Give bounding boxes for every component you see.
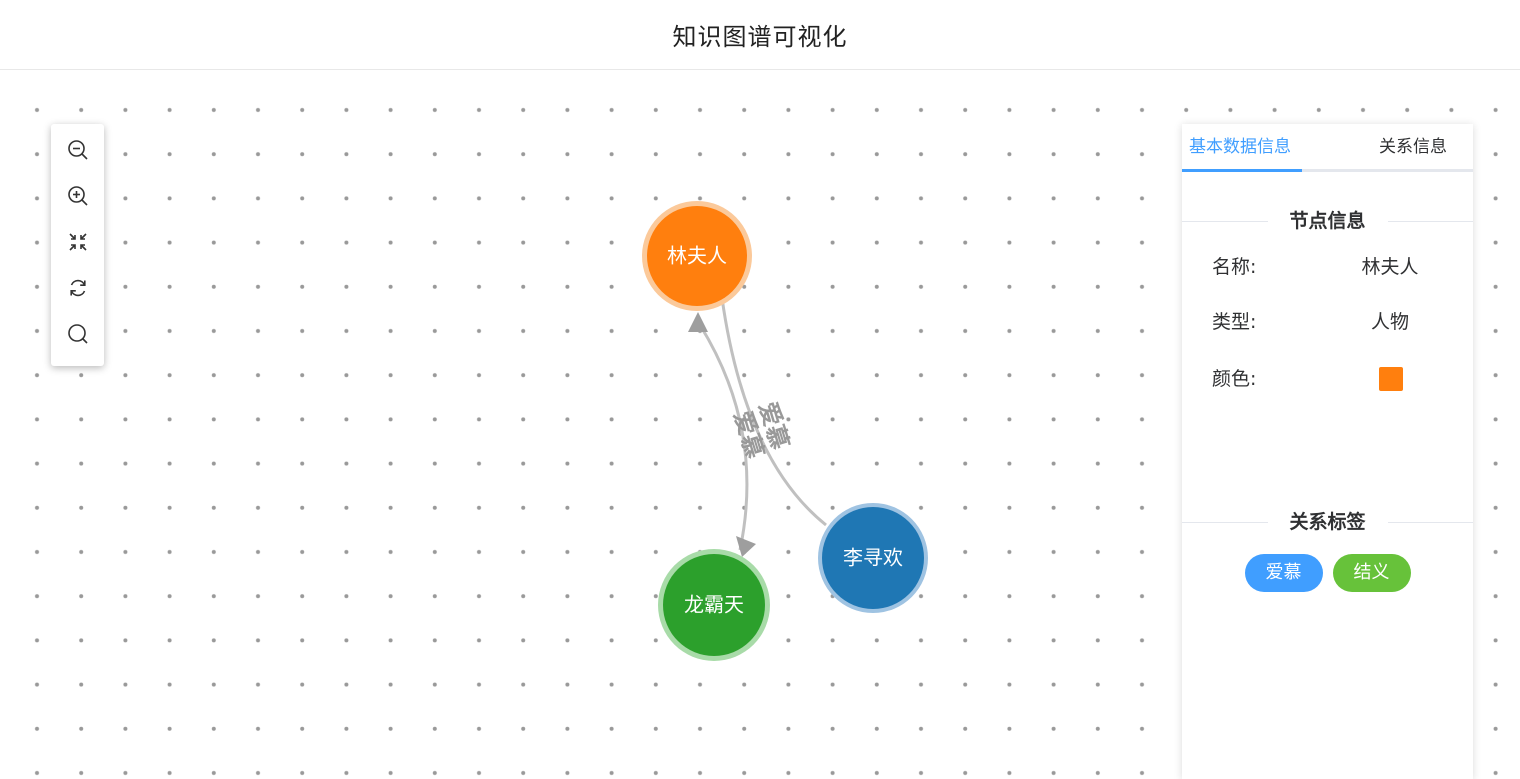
name-label: 名称: — [1212, 256, 1257, 278]
zoom-out-icon — [67, 140, 88, 160]
color-swatch — [1379, 367, 1403, 391]
refresh-button[interactable] — [64, 274, 92, 302]
node-info-divider: 节点信息 — [1182, 211, 1473, 231]
node-label: 林夫人 — [667, 244, 727, 267]
tab-relation-info[interactable]: 关系信息 — [1379, 124, 1447, 172]
type-label: 类型: — [1212, 311, 1257, 333]
fit-view-icon — [68, 233, 87, 251]
search-icon — [67, 324, 88, 344]
zoom-in-icon — [67, 186, 88, 206]
graph-node[interactable]: 林夫人 — [642, 201, 752, 311]
relation-tag-jieyi[interactable]: 结义 — [1332, 554, 1411, 592]
zoom-in-button[interactable] — [64, 182, 92, 210]
relation-tags-divider: 关系标签 — [1182, 512, 1473, 532]
name-row: 名称: 林夫人 — [1212, 254, 1452, 280]
name-value: 林夫人 — [1361, 256, 1419, 278]
tab-basic-info[interactable]: 基本数据信息 — [1189, 124, 1291, 172]
type-row: 类型: 人物 — [1212, 309, 1452, 335]
relation-tag-aimu[interactable]: 爱慕 — [1244, 554, 1323, 592]
relation-tags-title: 关系标签 — [1267, 512, 1388, 532]
relation-tag-list: 爱慕 结义 — [1182, 554, 1473, 592]
active-tab-indicator — [1182, 169, 1302, 172]
graph-toolbar — [51, 124, 104, 366]
type-value: 人物 — [1370, 311, 1409, 333]
color-row: 颜色: — [1212, 366, 1452, 392]
page-title: 知识图谱可视化 — [672, 23, 848, 51]
detail-panel: 基本数据信息 关系信息 节点信息 名称: 林夫人 类型: 人物 颜色: 关系标签… — [1182, 124, 1473, 779]
fit-view-button[interactable] — [64, 228, 92, 256]
zoom-out-button[interactable] — [64, 136, 92, 164]
color-label: 颜色: — [1212, 368, 1257, 390]
graph-node[interactable]: 龙霸天 — [658, 549, 770, 661]
node-label: 李寻欢 — [843, 546, 903, 569]
refresh-icon — [69, 279, 86, 297]
panel-tabs: 基本数据信息 关系信息 — [1182, 124, 1473, 172]
node-label: 龙霸天 — [684, 593, 744, 616]
graph-node[interactable]: 李寻欢 — [818, 503, 928, 613]
node-info-title: 节点信息 — [1267, 211, 1388, 231]
search-button[interactable] — [64, 320, 92, 348]
page-header: 知识图谱可视化 — [0, 0, 1520, 70]
